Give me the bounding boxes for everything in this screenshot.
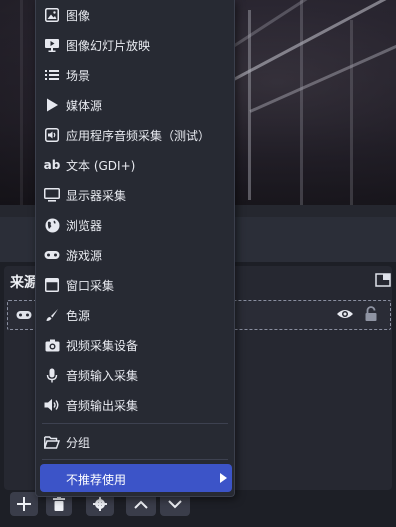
- window-icon: [45, 278, 59, 292]
- sources-dock-title: 来源: [10, 275, 38, 291]
- monitor-icon: [44, 188, 60, 202]
- menu-item-label: 色源: [66, 308, 91, 323]
- menu-item-image[interactable]: 图像: [36, 2, 234, 28]
- play-icon: [47, 98, 58, 112]
- menu-item-label: 应用程序音频采集（测试）: [66, 128, 211, 143]
- menu-item-window-capture[interactable]: 窗口采集: [36, 272, 234, 298]
- gamepad-icon: [44, 251, 60, 259]
- menu-item-label: 音频输出采集: [66, 398, 139, 413]
- menu-item-label: 游戏源: [66, 248, 103, 263]
- menu-item-label: 不推荐使用: [66, 473, 127, 487]
- menu-item-app-audio-capture[interactable]: 应用程序音频采集（测试）: [36, 122, 234, 148]
- undock-icon[interactable]: [375, 273, 391, 287]
- speaker-icon: [44, 399, 59, 411]
- menu-item-media-source[interactable]: 媒体源: [36, 92, 234, 118]
- menu-item-display-capture[interactable]: 显示器采集: [36, 182, 234, 208]
- menu-separator: [42, 423, 228, 424]
- menu-item-audio-input-capture[interactable]: 音频输入采集: [36, 362, 234, 388]
- menu-item-label: 显示器采集: [66, 188, 127, 203]
- menu-item-game-source[interactable]: 游戏源: [36, 242, 234, 268]
- add-source-button[interactable]: [10, 492, 38, 516]
- add-source-menu: 图像 图像幻灯片放映 场景 媒体源 应用程序音频采集（测试） ab 文本 (GD…: [35, 0, 235, 497]
- menu-item-audio-output-capture[interactable]: 音频输出采集: [36, 392, 234, 418]
- image-icon: [45, 8, 59, 22]
- menu-item-video-capture-device[interactable]: 视频采集设备: [36, 332, 234, 358]
- menu-item-deprecated-submenu[interactable]: 不推荐使用: [40, 464, 232, 492]
- lock-icon[interactable]: [364, 306, 378, 322]
- menu-item-label: 场景: [66, 68, 91, 83]
- menu-item-scene[interactable]: 场景: [36, 62, 234, 88]
- menu-separator: [42, 459, 228, 460]
- menu-item-image-slideshow[interactable]: 图像幻灯片放映: [36, 32, 234, 58]
- text-icon: ab: [43, 158, 61, 172]
- chevron-up-icon: [134, 500, 148, 509]
- menu-item-browser[interactable]: 浏览器: [36, 212, 234, 238]
- menu-item-text-gdi[interactable]: ab 文本 (GDI+): [36, 152, 234, 178]
- microphone-icon: [46, 368, 58, 382]
- menu-item-label: 文本 (GDI+): [66, 158, 136, 173]
- menu-item-color-source[interactable]: 色源: [36, 302, 234, 328]
- gear-icon: [93, 497, 107, 511]
- trash-icon: [53, 497, 65, 511]
- app-audio-icon: [45, 128, 59, 142]
- menu-item-group[interactable]: 分组: [36, 429, 234, 455]
- menu-item-label: 图像幻灯片放映: [66, 38, 151, 53]
- globe-icon: [45, 218, 59, 232]
- camera-icon: [45, 339, 59, 351]
- chevron-down-icon: [168, 499, 182, 508]
- menu-item-label: 视频采集设备: [66, 338, 139, 353]
- gamepad-icon: [16, 311, 32, 319]
- menu-item-label: 媒体源: [66, 98, 103, 113]
- brush-icon: [46, 309, 58, 321]
- menu-item-label: 图像: [66, 8, 91, 23]
- plus-icon: [17, 497, 31, 511]
- menu-item-label: 窗口采集: [66, 278, 115, 293]
- visibility-eye-icon[interactable]: [336, 307, 354, 321]
- menu-item-label: 分组: [66, 435, 91, 450]
- slideshow-icon: [45, 39, 59, 52]
- scene-list-icon: [45, 70, 59, 80]
- folder-open-icon: [44, 435, 60, 449]
- submenu-arrow-icon: [220, 473, 227, 483]
- menu-item-label: 浏览器: [66, 218, 103, 233]
- menu-item-label: 音频输入采集: [66, 368, 139, 383]
